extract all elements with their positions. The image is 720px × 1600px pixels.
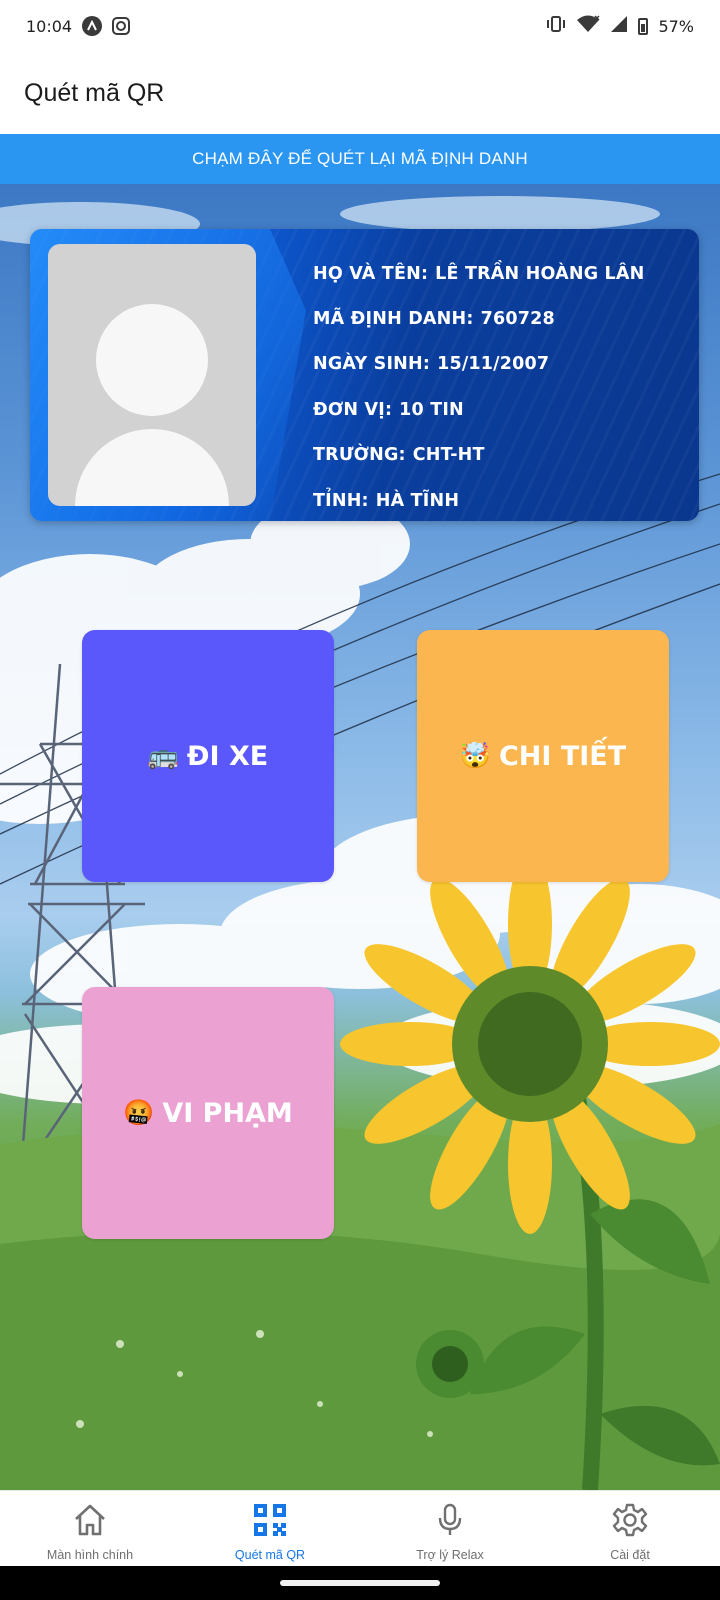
app-bar: Quét mã QR	[0, 52, 720, 134]
microphone-icon	[438, 1503, 462, 1535]
signal-icon	[610, 15, 628, 37]
nav-label-qr-scan: Quét mã QR	[234, 1548, 306, 1562]
nav-item-home[interactable]: Màn hình chính	[0, 1491, 180, 1566]
home-gesture-handle[interactable]	[280, 1580, 440, 1586]
status-time: 10:04	[26, 16, 73, 36]
info-label: Trường	[313, 445, 413, 465]
info-value: 10 TIN	[399, 399, 464, 420]
wifi-icon	[576, 15, 600, 37]
info-date-of-birth: Ngày sinh 15/11/2007	[313, 342, 693, 387]
page-title: Quét mã QR	[24, 78, 165, 107]
student-info-list: Họ và tên Lê Trần Hoàng Lân Mã định danh…	[313, 251, 693, 521]
info-label: Họ và tên	[313, 264, 435, 284]
instagram-icon	[112, 17, 131, 35]
scenic-background: Họ và tên Lê Trần Hoàng Lân Mã định danh…	[0, 184, 720, 1490]
details-label: Chi tiết	[498, 740, 627, 772]
info-label: Đơn vị	[313, 400, 399, 420]
avatar-placeholder	[48, 244, 256, 506]
ride-label: Đi xe	[186, 740, 269, 772]
battery-icon	[638, 17, 649, 35]
info-value: Lê Trần Hoàng Lân	[435, 263, 645, 284]
status-left: 10:04	[26, 16, 131, 36]
nav-label-settings: Cài đặt	[610, 1548, 650, 1562]
student-id-card: Họ và tên Lê Trần Hoàng Lân Mã định danh…	[30, 229, 699, 521]
info-full-name: Họ và tên Lê Trần Hoàng Lân	[313, 251, 693, 296]
battery-percent: 57%	[658, 16, 694, 36]
bus-icon: 🚌	[147, 741, 179, 770]
info-value: Hà Tĩnh	[375, 490, 460, 511]
info-value: CHT-HT	[412, 445, 485, 466]
ride-button[interactable]: 🚌 Đi xe	[82, 630, 334, 882]
bottom-navigation: Màn hình chính Quét mã QR Trợ lý Relax C…	[0, 1490, 720, 1566]
qr-code-icon	[254, 1504, 286, 1536]
info-province: Tỉnh Hà Tĩnh	[313, 478, 693, 521]
violation-label: Vi phạm	[162, 1097, 293, 1129]
status-bar: 10:04 57%	[0, 0, 720, 52]
nav-item-qr-scan[interactable]: Quét mã QR	[180, 1491, 360, 1566]
status-right: 57%	[546, 15, 694, 37]
settings-gear-icon	[612, 1503, 648, 1537]
nav-item-relax-assistant[interactable]: Trợ lý Relax	[360, 1491, 540, 1566]
system-gesture-bar	[0, 1566, 720, 1600]
avatar-head	[96, 304, 208, 416]
info-label: Tỉnh	[313, 491, 376, 511]
vibrate-icon	[546, 15, 566, 37]
app-circle-icon	[82, 16, 103, 36]
angry-face-icon: 🤬	[123, 1098, 155, 1127]
nav-label-relax-assistant: Trợ lý Relax	[416, 1548, 484, 1562]
info-school: Trường CHT-HT	[313, 433, 693, 478]
info-label: Ngày sinh	[313, 354, 437, 374]
exploding-head-icon: 🤯	[459, 741, 491, 770]
nav-item-settings[interactable]: Cài đặt	[540, 1491, 720, 1566]
info-value: 760728	[480, 309, 555, 330]
info-id-number: Mã định danh 760728	[313, 296, 693, 341]
info-value: 15/11/2007	[437, 354, 550, 375]
avatar-body	[75, 429, 229, 506]
info-label: Mã định danh	[313, 309, 481, 329]
home-icon	[75, 1504, 105, 1536]
info-unit: Đơn vị 10 TIN	[313, 387, 693, 432]
nav-label-home: Màn hình chính	[46, 1548, 134, 1562]
violation-button[interactable]: 🤬 Vi phạm	[82, 987, 334, 1239]
details-button[interactable]: 🤯 Chi tiết	[417, 630, 669, 882]
rescan-id-button[interactable]: CHẠM ĐÂY ĐỂ QUÉT LẠI MÃ ĐỊNH DANH	[0, 134, 720, 184]
